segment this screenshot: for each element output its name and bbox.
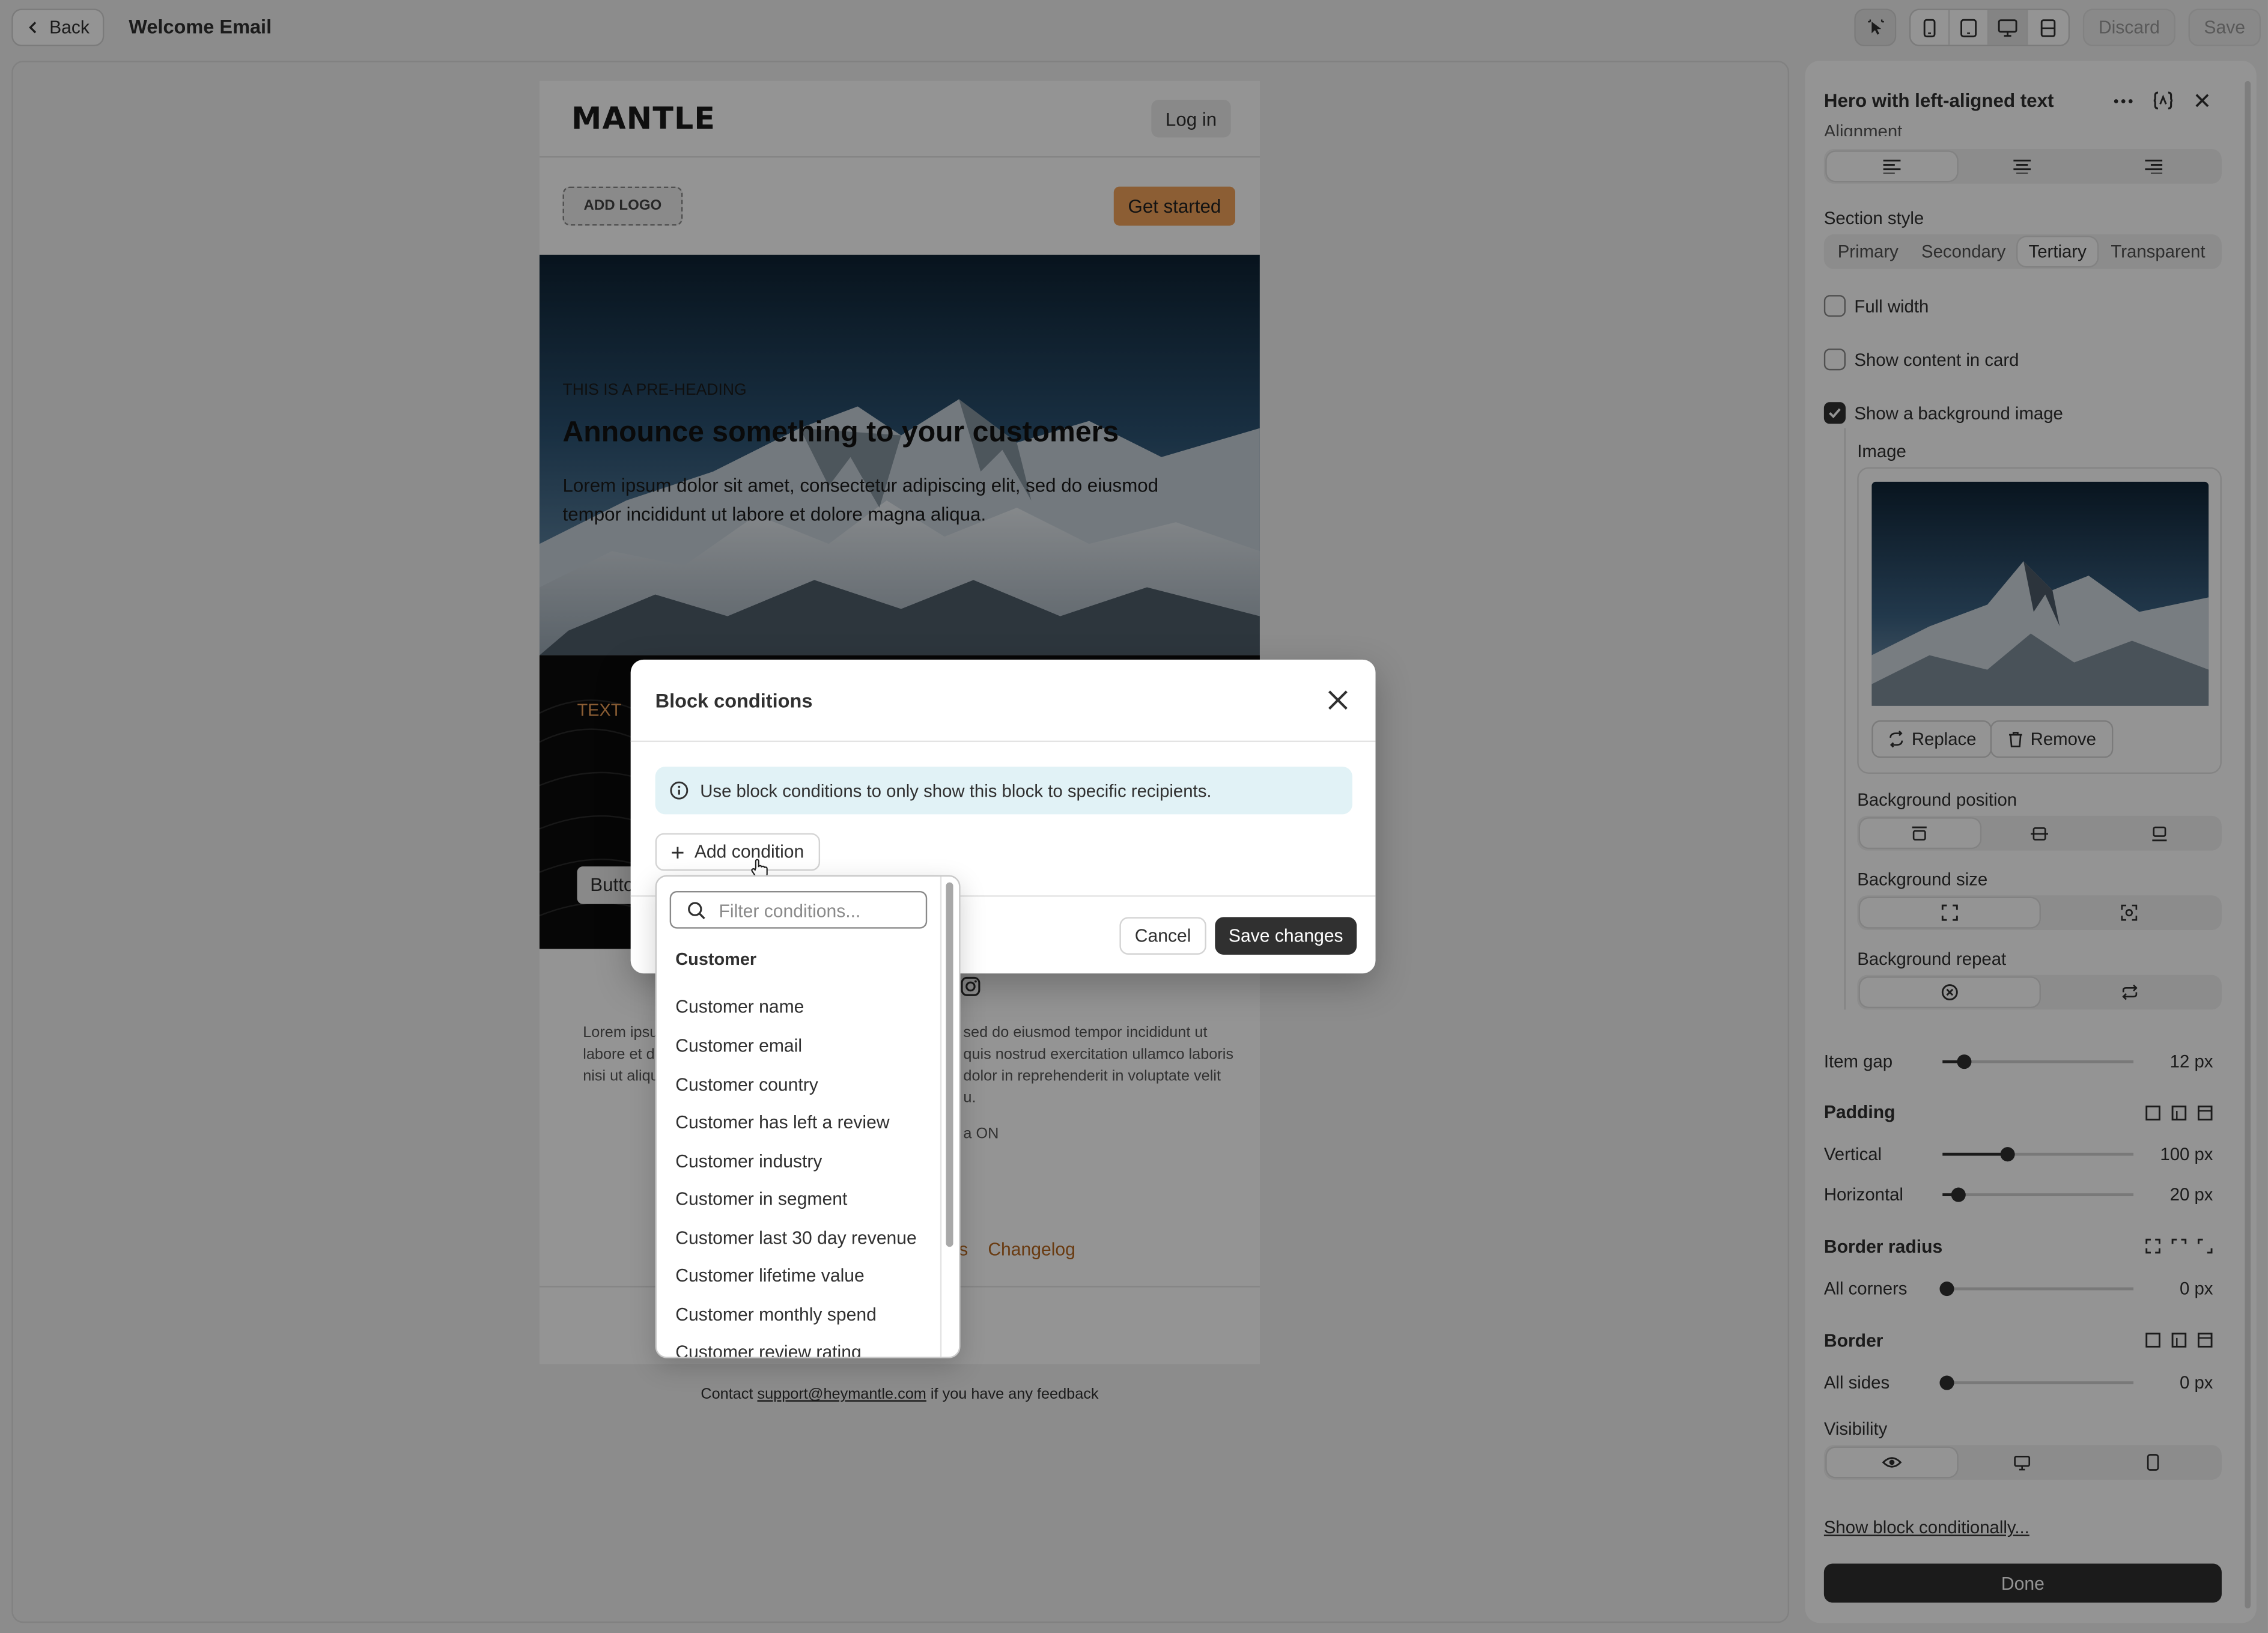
- add-condition-button[interactable]: Add condition: [655, 833, 821, 871]
- filter-conditions-input[interactable]: Filter conditions...: [669, 891, 928, 929]
- cancel-button[interactable]: Cancel: [1119, 917, 1206, 955]
- condition-option[interactable]: Customer lifetime value: [675, 1266, 864, 1286]
- save-changes-button[interactable]: Save changes: [1215, 917, 1357, 955]
- info-banner: Use block conditions to only show this b…: [655, 766, 1353, 815]
- condition-option[interactable]: Customer email: [675, 1036, 802, 1056]
- scroll-track-divider: [940, 876, 942, 1357]
- filter-placeholder: Filter conditions...: [719, 901, 861, 922]
- modal-title: Block conditions: [655, 690, 813, 712]
- condition-option[interactable]: Customer review rating: [675, 1342, 861, 1357]
- condition-option[interactable]: Customer industry: [675, 1151, 822, 1172]
- search-icon: [688, 902, 705, 919]
- condition-option[interactable]: Customer country: [675, 1075, 818, 1095]
- plus-icon: [672, 846, 684, 858]
- divider: [630, 740, 1376, 743]
- info-icon: [670, 781, 689, 800]
- info-text: Use block conditions to only show this b…: [700, 781, 1212, 801]
- close-icon[interactable]: [1327, 689, 1350, 712]
- conditions-dropdown: Filter conditions... Customer Customer n…: [655, 875, 961, 1358]
- condition-option[interactable]: Customer name: [675, 997, 804, 1017]
- condition-option[interactable]: Customer last 30 day revenue: [675, 1228, 916, 1248]
- condition-option[interactable]: Customer monthly spend: [675, 1305, 877, 1325]
- dropdown-scrollbar[interactable]: [946, 882, 953, 1247]
- condition-option[interactable]: Customer has left a review: [675, 1112, 889, 1133]
- condition-option[interactable]: Customer in segment: [675, 1189, 847, 1209]
- group-heading-customer: Customer: [675, 949, 757, 970]
